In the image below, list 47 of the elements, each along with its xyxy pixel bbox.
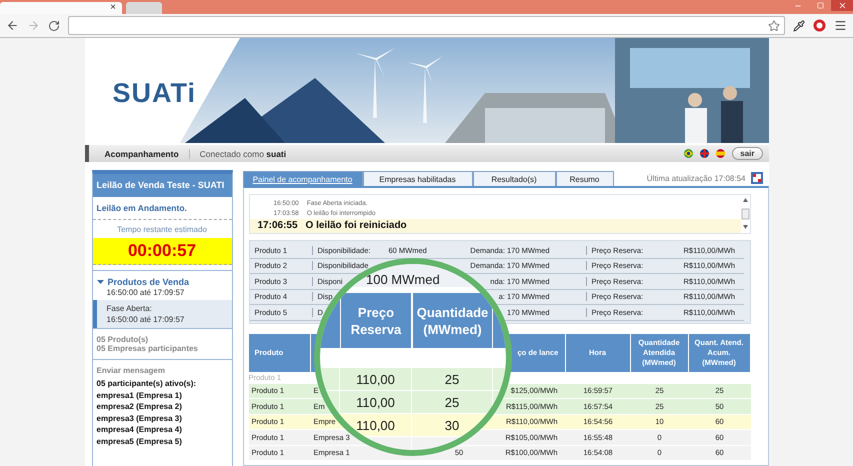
table-cell: 110,00 — [340, 368, 412, 390]
refresh-icon[interactable] — [750, 172, 762, 184]
tab[interactable]: Empresas habilitadas — [362, 171, 472, 186]
log-time: 17:06:55 — [258, 220, 298, 232]
tab[interactable]: Resumo — [556, 171, 614, 186]
brazil-flag-icon[interactable] — [683, 149, 694, 158]
back-icon[interactable] — [6, 19, 19, 32]
products-period: 16:50:00 até 17:09:57 — [106, 287, 186, 299]
phase-label: Fase Aberta: — [106, 304, 153, 313]
summary-text: 05 Empresas participantes — [96, 344, 199, 353]
table-cell: 110,00 — [340, 391, 412, 413]
tab-close-button[interactable]: × — [110, 3, 116, 13]
log-message: O leilão foi reiniciado — [306, 220, 407, 232]
table-cell: 25 — [412, 391, 493, 413]
close-icon[interactable] — [831, 0, 853, 11]
logo-text: SUATi — [112, 78, 196, 109]
phase-period: 16:50:00 até 17:09:57 — [106, 315, 186, 324]
auction-title: Leilão de Venda Teste - SUATI — [92, 174, 232, 197]
participant-item: empresa2 (Empresa 2) — [96, 401, 183, 412]
star-icon[interactable] — [768, 20, 780, 32]
eyedropper-icon[interactable] — [793, 20, 805, 32]
countdown-timer: 00:00:57 — [92, 238, 232, 265]
table-cell: 110,00 — [340, 414, 412, 436]
auction-status: Leilão em Andamento. — [92, 197, 232, 220]
participant-item: empresa4 (Empresa 4) — [96, 424, 183, 436]
participant-item: empresa5 (Empresa 5) — [96, 436, 183, 447]
products-heading[interactable]: Produtos de Venda — [108, 277, 190, 287]
menu-icon[interactable] — [834, 19, 847, 32]
active-participants-label: 05 participante(s) ativo(s): — [96, 378, 198, 390]
connected-user-text: Conectado como suati — [200, 148, 288, 158]
column-header: Preço Reserva — [340, 293, 412, 348]
last-update-text: Última atualização 17:08:54 — [646, 174, 746, 182]
participant-item: empresa3 (Empresa 3) — [96, 412, 183, 424]
timer-label: Tempo restante estimado — [116, 224, 208, 236]
summary-text: 05 Produto(s) — [96, 335, 150, 344]
nav-item[interactable]: Acompanhamento — [104, 148, 190, 158]
column-header: Quantidade (MWmed) — [412, 293, 493, 348]
participant-item: empresa1 (Empresa 1) — [96, 390, 183, 401]
table-cell: 25 — [412, 368, 493, 390]
logout-button[interactable]: sair — [732, 147, 762, 160]
send-message-link[interactable]: Enviar mensagem — [96, 366, 228, 375]
reload-icon[interactable] — [48, 20, 60, 32]
tab[interactable]: Resultado(s) — [472, 171, 556, 186]
uk-flag-icon[interactable] — [699, 149, 710, 158]
spain-flag-icon[interactable] — [715, 149, 726, 158]
caret-down-icon[interactable] — [96, 279, 104, 285]
table-cell: 30 — [412, 414, 493, 436]
